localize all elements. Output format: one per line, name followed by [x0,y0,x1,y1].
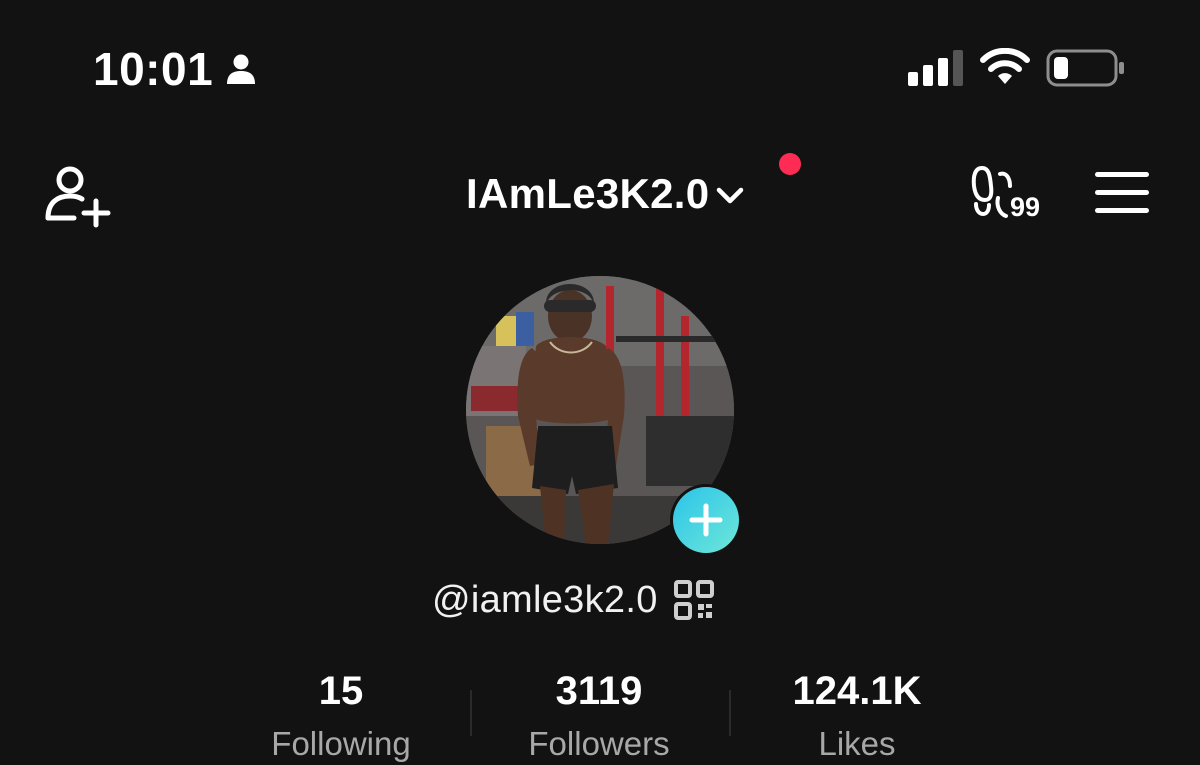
add-friend-icon[interactable] [44,164,112,228]
stat-following[interactable]: 15 Following [231,668,451,765]
following-count: 15 [318,669,364,713]
wifi-icon [980,48,1030,84]
following-label: Following [271,725,411,762]
chevron-down-icon [717,187,744,204]
footprints-count: 99 [1010,192,1041,222]
username-handle: @iamle3k2.0 [432,579,658,621]
followers-count: 3119 [555,669,643,713]
add-avatar-button[interactable] [670,484,742,556]
handle-row: @iamle3k2.0 [432,576,714,624]
stat-divider [470,690,472,736]
likes-count: 124.1K [792,669,922,713]
stat-likes[interactable]: 124.1K Likes [747,668,967,765]
profile-screen: 10:01 IAmLe3K2.0 99 @iamle3k2.0 15 Follo… [0,0,1200,765]
status-time: 10:01 [93,43,214,95]
menu-icon[interactable] [1094,170,1150,216]
battery-icon [1046,49,1124,87]
add-avatar-circle [673,487,739,553]
stat-followers[interactable]: 3119 Followers [489,668,709,765]
notification-dot [779,153,801,175]
signal-icon [908,50,963,86]
account-name: IAmLe3K2.0 [466,170,710,217]
likes-label: Likes [818,725,896,762]
followers-label: Followers [528,725,670,762]
qr-code-icon[interactable] [673,580,714,620]
plus-icon [689,503,723,537]
stat-divider [729,690,731,736]
account-switcher[interactable]: IAmLe3K2.0 [466,168,745,220]
person-icon [227,54,255,84]
